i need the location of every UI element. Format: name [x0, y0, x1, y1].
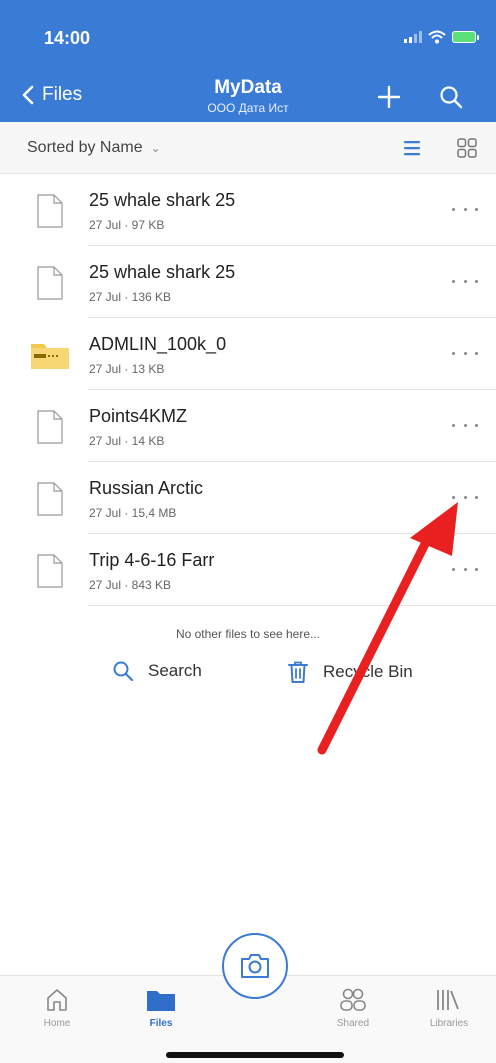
tab-label: Shared — [336, 1018, 370, 1029]
document-icon — [37, 554, 63, 588]
document-icon — [37, 266, 63, 300]
zip-folder-icon — [31, 344, 69, 369]
more-options-button[interactable] — [452, 560, 478, 578]
wifi-icon — [428, 30, 446, 44]
shared-icon — [340, 988, 366, 1011]
search-action-button[interactable]: Search — [112, 660, 202, 682]
home-indicator — [166, 1052, 344, 1058]
more-options-button[interactable] — [452, 416, 478, 434]
more-options-button[interactable] — [452, 272, 478, 290]
trash-icon — [288, 661, 308, 683]
tab-label: Libraries — [429, 1018, 469, 1029]
file-name: Russian Arctic — [89, 478, 204, 498]
file-name: Points4KMZ — [89, 406, 188, 426]
file-name: 25 whale shark 25 — [89, 190, 236, 210]
camera-button[interactable] — [222, 933, 288, 999]
signal-icon — [404, 31, 422, 43]
tab-label: Home — [43, 1018, 71, 1029]
app-header: 14:00 Files MyData ООО Дата Ист — [0, 0, 496, 122]
file-name: Trip 4-6-16 Farr — [89, 550, 215, 570]
battery-icon — [452, 31, 479, 43]
folder-icon — [147, 991, 175, 1011]
tab-shared[interactable]: Shared — [318, 986, 388, 1029]
search-icon — [113, 661, 134, 682]
sort-bar: Sorted by Name ⌄ — [0, 122, 496, 174]
document-icon — [37, 194, 63, 228]
empty-note: No other files to see here... — [175, 627, 321, 641]
page-title: MyData — [214, 77, 282, 98]
recycle-bin-button[interactable]: Recycle Bin — [287, 660, 413, 684]
file-row[interactable]: Trip 4-6-16 Farr 27 Jul · 843 KB — [0, 534, 496, 606]
file-row[interactable]: Points4KMZ 27 Jul · 14 KB — [0, 390, 496, 462]
more-options-button[interactable] — [452, 200, 478, 218]
more-options-button[interactable] — [452, 488, 478, 506]
recycle-bin-label: Recycle Bin — [323, 662, 413, 681]
status-icons — [404, 30, 479, 44]
list-view-toggle[interactable] — [402, 139, 422, 157]
search-button[interactable] — [436, 82, 466, 112]
file-row[interactable]: Russian Arctic 27 Jul · 15,4 MB — [0, 462, 496, 534]
file-meta: 27 Jul · 15,4 MB — [89, 506, 177, 520]
camera-icon — [241, 954, 269, 978]
file-row[interactable]: 25 whale shark 25 27 Jul · 136 KB — [0, 246, 496, 318]
libraries-icon — [437, 990, 459, 1010]
sort-label: Sorted by Name — [27, 139, 143, 156]
page-subtitle: ООО Дата Ист — [207, 101, 289, 115]
status-time: 14:00 — [44, 28, 91, 48]
tab-home[interactable]: Home — [22, 986, 92, 1029]
file-row[interactable]: 25 whale shark 25 27 Jul · 97 KB — [0, 174, 496, 246]
file-row[interactable]: ADMLIN_100k_0 27 Jul · 13 KB — [0, 318, 496, 390]
file-meta: 27 Jul · 843 KB — [89, 578, 172, 592]
document-icon — [37, 410, 63, 444]
home-icon — [47, 989, 67, 1011]
file-meta: 27 Jul · 13 KB — [89, 362, 165, 376]
more-options-button[interactable] — [452, 344, 478, 362]
file-meta: 27 Jul · 97 KB — [89, 218, 165, 232]
tab-libraries[interactable]: Libraries — [414, 986, 484, 1029]
file-meta: 27 Jul · 14 KB — [89, 434, 165, 448]
sort-dropdown[interactable]: Sorted by Name ⌄ — [27, 139, 161, 157]
tab-files[interactable]: Files — [126, 986, 196, 1029]
file-name: 25 whale shark 25 — [89, 262, 236, 282]
tab-label: Files — [149, 1018, 173, 1029]
search-action-label: Search — [148, 661, 202, 680]
chevron-down-icon: ⌄ — [150, 141, 161, 155]
file-name: ADMLIN_100k_0 — [89, 334, 227, 354]
add-button[interactable] — [374, 82, 404, 112]
file-meta: 27 Jul · 136 KB — [89, 290, 172, 304]
grid-view-toggle[interactable] — [456, 137, 478, 159]
document-icon — [37, 482, 63, 516]
